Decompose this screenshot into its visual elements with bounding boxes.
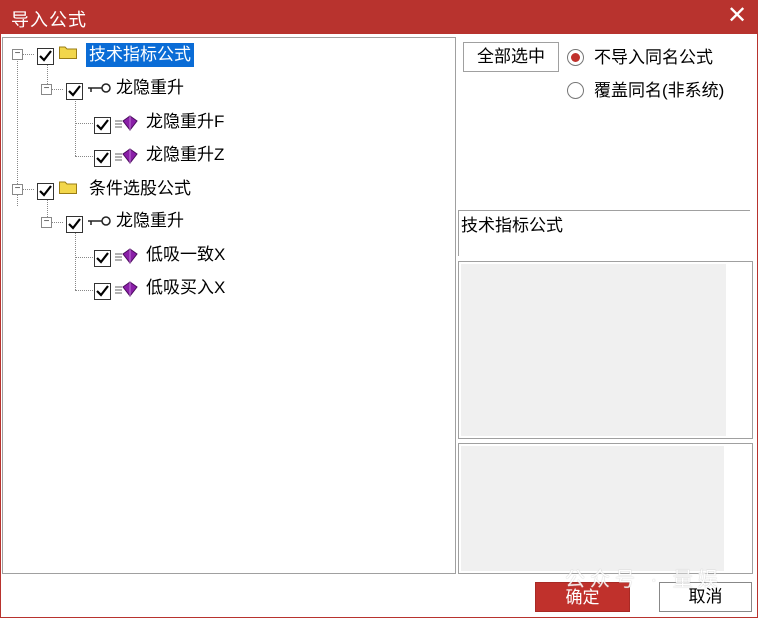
tree-node-label: 龙隐重升F: [146, 112, 225, 131]
tree-node-folder[interactable]: − 龙隐重升: [3, 209, 303, 235]
checkbox[interactable]: [94, 250, 111, 267]
checkmark-icon: [39, 50, 52, 62]
key-icon: [88, 216, 111, 226]
checkbox[interactable]: [66, 83, 83, 100]
radio-button[interactable]: [567, 82, 584, 99]
radio-button-checked[interactable]: [567, 49, 584, 66]
collapse-icon[interactable]: −: [12, 184, 23, 195]
tree-node-folder[interactable]: − 龙隐重升: [3, 76, 303, 102]
radio-overwrite-same-name[interactable]: 覆盖同名(非系统): [567, 79, 752, 103]
checkmark-icon: [96, 285, 109, 297]
checkmark-icon: [96, 152, 109, 164]
tree-node-label: 龙隐重升Z: [146, 145, 225, 164]
collapse-icon[interactable]: −: [41, 217, 52, 228]
watermark: 公众号 · 量娱: [565, 569, 723, 591]
radio-label: 不导入同名公式: [594, 48, 713, 67]
tree-node-formula[interactable]: 低吸买入X: [3, 276, 303, 302]
collapse-icon[interactable]: −: [12, 49, 23, 60]
collapse-icon[interactable]: −: [41, 84, 52, 95]
radio-label: 覆盖同名(非系统): [594, 81, 725, 100]
gem-icon: [115, 281, 138, 297]
folder-icon: [59, 181, 77, 194]
formula-preview-area: [461, 446, 724, 571]
checkbox[interactable]: [66, 216, 83, 233]
gem-icon: [115, 148, 138, 164]
title-bar: 导入公式 ✕: [0, 0, 758, 34]
tree-node-group[interactable]: − 条件选股公式: [3, 176, 303, 202]
tree-node-label: 条件选股公式: [89, 179, 191, 198]
checkmark-icon: [68, 218, 81, 230]
checkbox[interactable]: [94, 283, 111, 300]
tree-node-formula[interactable]: 龙隐重升Z: [3, 143, 303, 169]
tree-node-label: 技术指标公式: [86, 43, 194, 67]
select-all-button[interactable]: 全部选中: [463, 42, 559, 72]
formula-tree[interactable]: − 技术指标公式 − 龙隐重升 龙隐重升F 龙隐重升Z − 条件选股公式 − 龙…: [2, 37, 456, 574]
checkmark-icon: [39, 185, 52, 197]
checkmark-icon: [96, 252, 109, 264]
checkmark-icon: [96, 119, 109, 131]
folder-icon: [59, 46, 77, 59]
checkmark-icon: [68, 85, 81, 97]
formula-preview-box[interactable]: [458, 443, 753, 574]
selected-category-title: 技术指标公式: [461, 216, 563, 235]
tree-node-label: 龙隐重升: [116, 78, 184, 97]
divider: [458, 210, 459, 256]
tree-node-group[interactable]: − 技术指标公式: [3, 42, 303, 68]
key-icon: [88, 83, 111, 93]
tree-node-label: 低吸买入X: [146, 278, 226, 297]
close-icon[interactable]: ✕: [724, 3, 750, 29]
checkbox[interactable]: [94, 117, 111, 134]
tree-node-label: 龙隐重升: [116, 211, 184, 230]
divider: [458, 210, 750, 211]
window-title: 导入公式: [11, 10, 87, 30]
description-box[interactable]: [458, 261, 753, 439]
radio-no-import-same-name[interactable]: 不导入同名公式: [567, 46, 752, 70]
gem-icon: [115, 248, 138, 264]
tree-node-formula[interactable]: 低吸一致X: [3, 243, 303, 269]
checkbox[interactable]: [37, 183, 54, 200]
description-area: [461, 264, 726, 436]
checkbox[interactable]: [37, 48, 54, 65]
checkbox[interactable]: [94, 150, 111, 167]
gem-icon: [115, 115, 138, 131]
tree-node-label: 低吸一致X: [146, 245, 226, 264]
tree-node-formula[interactable]: 龙隐重升F: [3, 110, 303, 136]
